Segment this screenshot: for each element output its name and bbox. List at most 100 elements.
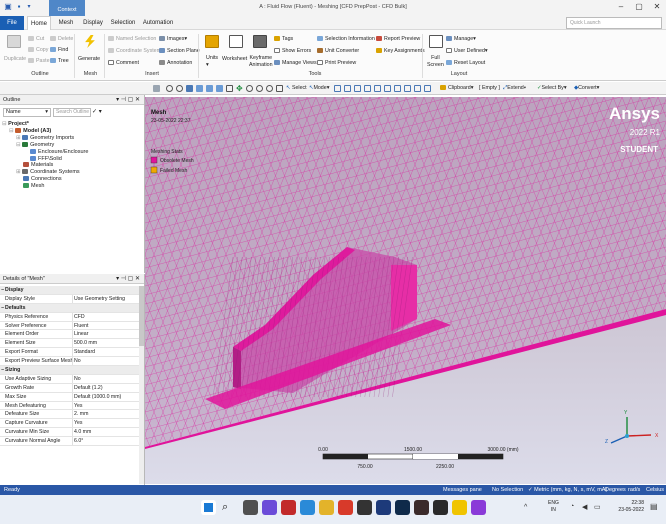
file-explorer-icon[interactable]	[319, 500, 334, 515]
details-property-value[interactable]: 4.0 mm	[74, 428, 91, 436]
images-button[interactable]: Images▾	[159, 36, 187, 43]
details-row[interactable]: Display Style Use Geometry Setting	[0, 294, 139, 304]
details-row[interactable]: Physics Reference CFD	[0, 312, 139, 322]
language-indicator[interactable]: ENG IN	[548, 500, 559, 514]
select-by-dropdown[interactable]: ✓Select By▾	[537, 85, 567, 92]
tags-button[interactable]: Tags	[274, 36, 293, 43]
details-scrollbar[interactable]	[139, 286, 144, 484]
keyframe-animation-button[interactable]: Keyframe Animation	[249, 55, 273, 69]
view-icon[interactable]	[216, 85, 223, 92]
details-property-value[interactable]: Fluent	[74, 322, 88, 330]
tree-item-mesh[interactable]: Mesh	[2, 183, 88, 190]
search-icon[interactable]: ⌕	[222, 501, 228, 514]
select-vertex-icon[interactable]	[334, 85, 341, 92]
select-icon[interactable]	[394, 85, 401, 92]
battery-icon[interactable]: ▭	[594, 503, 601, 511]
details-row[interactable]: Curvature Min Size 4.0 mm	[0, 428, 139, 438]
details-property-value[interactable]: 6.0°	[74, 437, 83, 445]
app-icon[interactable]	[338, 500, 353, 515]
tree-item-materials[interactable]: Materials	[2, 162, 88, 169]
show-errors-button[interactable]: Show Errors	[274, 48, 311, 55]
unit-system[interactable]: ✓ Metric (mm, kg, N, s, mV, mA)	[528, 485, 607, 495]
outline-filter-select[interactable]: Name ▾	[3, 108, 51, 117]
select-icon[interactable]	[424, 85, 431, 92]
details-property-value[interactable]: No	[74, 357, 81, 365]
tree-item-coordinate-systems[interactable]: ⊞ Coordinate Systems	[2, 169, 88, 176]
details-property-value[interactable]: 2. mm	[74, 410, 88, 418]
details-group-header[interactable]: − Display	[0, 286, 139, 295]
details-row[interactable]: Mesh Defeaturing Yes	[0, 401, 139, 411]
graphics-viewport[interactable]: Mesh 23-05-2022 22:37 Meshing Stats Obso…	[145, 97, 666, 484]
copy-button[interactable]: Copy	[28, 47, 48, 54]
details-row[interactable]: Growth Rate Default (1.2)	[0, 383, 139, 393]
named-selection-button[interactable]: Named Selection	[108, 36, 156, 43]
details-property-value[interactable]: Yes	[74, 402, 82, 410]
photoshop-icon[interactable]	[395, 500, 410, 515]
outline-search-input[interactable]: Search Outline	[53, 108, 91, 117]
details-row[interactable]: Use Adaptive Sizing No	[0, 374, 139, 384]
duplicate-button[interactable]: Duplicate	[4, 56, 26, 63]
box-zoom-icon[interactable]	[276, 85, 283, 92]
details-group-header[interactable]: − Defaults	[0, 303, 139, 313]
select-icon[interactable]	[404, 85, 411, 92]
zoom-icon[interactable]	[166, 85, 173, 92]
edge-icon[interactable]	[300, 500, 315, 515]
view-icon[interactable]	[206, 85, 213, 92]
details-row[interactable]: Element Order Linear	[0, 330, 139, 340]
tab-file[interactable]: File	[0, 16, 24, 30]
clipboard-dropdown[interactable]: Clipboard▾	[440, 85, 473, 92]
key-assignments-button[interactable]: Key Assignments	[376, 48, 425, 55]
rotate-icon[interactable]	[226, 85, 233, 92]
select-face-icon[interactable]	[354, 85, 361, 92]
details-group-header[interactable]: − Sizing	[0, 366, 139, 375]
start-icon[interactable]	[201, 500, 216, 515]
tree-item-geometry-imports[interactable]: ⊞ Geometry Imports	[2, 134, 88, 142]
full-screen-button[interactable]: Full Screen	[427, 55, 444, 69]
details-property-value[interactable]: Linear	[74, 330, 88, 338]
zoom-icon[interactable]	[176, 85, 183, 92]
app-icon[interactable]	[414, 500, 429, 515]
quick-launch-input[interactable]: Quick Launch	[566, 17, 662, 29]
select-edge-icon[interactable]	[344, 85, 351, 92]
app-icon[interactable]	[357, 500, 372, 515]
tree-item-enclosure[interactable]: Enclosure/Enclosure	[2, 148, 88, 156]
angle-units[interactable]: Degrees	[605, 485, 626, 495]
tree-button[interactable]: Tree	[50, 58, 69, 65]
task-view-icon[interactable]	[243, 500, 258, 515]
details-row[interactable]: Solver Preference Fluent	[0, 321, 139, 331]
details-row[interactable]: Defeature Size 2. mm	[0, 410, 139, 420]
tray-chevron-icon[interactable]: ^	[524, 504, 527, 511]
zoom-icon[interactable]	[256, 85, 263, 92]
messages-pane-toggle[interactable]: Messages pane	[443, 485, 482, 495]
details-property-value[interactable]: Use Geometry Setting	[74, 295, 125, 303]
tab-mesh[interactable]: Mesh	[56, 16, 76, 30]
zoom-fit-icon[interactable]	[266, 85, 273, 92]
selection-information-button[interactable]: Selection Information	[317, 36, 375, 43]
tree-item-connections[interactable]: Connections	[2, 176, 88, 183]
details-property-value[interactable]: Default (1000.0 mm)	[74, 393, 121, 401]
convert-dropdown[interactable]: ◆Convert▾	[574, 85, 599, 92]
search-options-icon[interactable]: ✓ ▾	[92, 108, 102, 115]
section-plane-button[interactable]: Section Plane	[159, 48, 200, 55]
reset-layout-button[interactable]: Reset Layout	[446, 60, 485, 67]
rotational-units[interactable]: rad/s	[628, 485, 640, 495]
print-preview-button[interactable]: Print Preview	[317, 60, 356, 67]
select-icon[interactable]	[414, 85, 421, 92]
paste-button[interactable]: Paste	[28, 58, 50, 65]
select-node-icon[interactable]	[374, 85, 381, 92]
find-button[interactable]: Find	[50, 47, 68, 54]
temperature-units[interactable]: Celsius	[646, 485, 664, 495]
pane-controls-icon[interactable]: ▾ ⊣ ▢ ✕	[116, 274, 140, 284]
chat-icon[interactable]	[262, 500, 277, 515]
select-body-icon[interactable]	[364, 85, 371, 92]
details-row[interactable]: Element Size 500.0 mm	[0, 339, 139, 349]
notification-icon[interactable]: ▤	[650, 502, 658, 511]
tree-item-fff-solid[interactable]: FFF\Solid	[2, 155, 88, 163]
user-defined-button[interactable]: User Defined▾	[446, 48, 488, 55]
select-element-icon[interactable]	[384, 85, 391, 92]
details-property-value[interactable]: Standard	[74, 348, 95, 356]
pan-icon[interactable]: ✥	[236, 85, 243, 93]
toolbar-icon[interactable]	[153, 85, 160, 92]
zoom-icon[interactable]	[246, 85, 253, 92]
details-property-value[interactable]: Yes	[74, 419, 82, 427]
